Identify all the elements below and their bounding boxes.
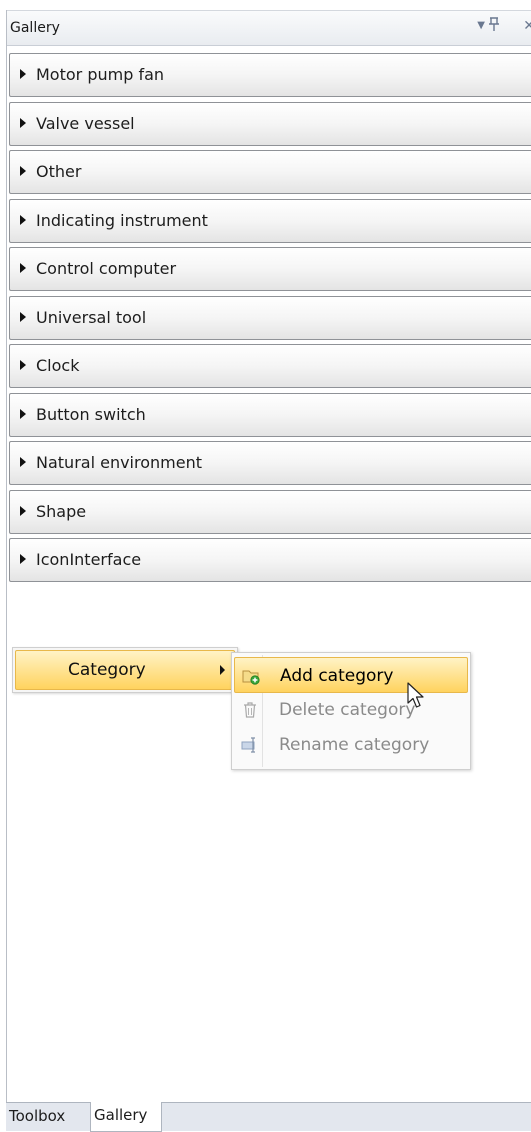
tab-toolbox[interactable]: Toolbox <box>6 1103 91 1131</box>
expand-arrow-icon <box>20 505 26 516</box>
expand-arrow-icon <box>20 166 26 176</box>
category-valve-vessel[interactable]: Valve vessel <box>9 101 531 146</box>
category-universal-tool[interactable]: Universal tool <box>9 295 531 340</box>
category-motor-pump-fan[interactable]: Motor pump fan <box>9 53 531 97</box>
gallery-panel: Gallery ▼ ✕ Motor pump fan Valve vessel … <box>6 10 531 1131</box>
category-list: Motor pump fan Valve vessel Other Indica… <box>9 53 531 587</box>
expand-arrow-icon <box>20 69 26 79</box>
submenu-arrow-icon <box>220 665 225 675</box>
menu-item-label: Delete category <box>279 700 416 720</box>
category-label: Other <box>36 162 82 181</box>
category-label: Natural environment <box>36 453 202 472</box>
menu-item-label: Rename category <box>279 735 430 755</box>
category-label: Shape <box>36 501 87 521</box>
category-label: Indicating instrument <box>36 210 208 230</box>
category-label: Control computer <box>36 259 177 278</box>
tab-gallery[interactable]: Gallery <box>90 1102 162 1132</box>
add-category-icon <box>242 667 260 685</box>
panel-titlebar: Gallery ▼ ✕ <box>7 10 531 46</box>
expand-arrow-icon <box>20 457 26 467</box>
expand-arrow-icon <box>20 117 26 128</box>
expand-arrow-icon <box>20 214 26 225</box>
menu-item-rename-category[interactable]: Rename category <box>234 727 468 763</box>
pin-icon[interactable] <box>488 17 500 35</box>
category-label: IconInterface <box>36 550 142 569</box>
expand-arrow-icon <box>20 263 26 273</box>
context-menu: Category <box>12 647 238 693</box>
category-shape[interactable]: Shape <box>9 489 531 534</box>
category-label: Valve vessel <box>36 113 135 133</box>
expand-arrow-icon <box>20 360 26 370</box>
category-button-switch[interactable]: Button switch <box>9 392 531 437</box>
category-iconinterface[interactable]: IconInterface <box>9 538 531 582</box>
expand-arrow-icon <box>20 311 26 322</box>
trash-icon <box>241 701 259 719</box>
mouse-cursor-icon <box>406 682 428 714</box>
dropdown-icon[interactable]: ▼ <box>477 20 485 31</box>
expand-arrow-icon <box>20 408 26 419</box>
menu-item-label: Add category <box>280 666 394 686</box>
category-label: Button switch <box>36 404 146 424</box>
menu-item-category[interactable]: Category <box>15 650 235 690</box>
category-label: Motor pump fan <box>36 65 165 84</box>
expand-arrow-icon <box>20 554 26 564</box>
menu-item-delete-category[interactable]: Delete category <box>234 692 468 728</box>
menu-item-add-category[interactable]: Add category <box>234 657 468 693</box>
category-natural-environment[interactable]: Natural environment <box>9 441 531 485</box>
category-label: Clock <box>36 356 80 375</box>
close-icon[interactable]: ✕ <box>523 18 531 34</box>
panel-title: Gallery <box>10 20 60 36</box>
bottom-tab-strip: Toolbox Gallery <box>6 1102 531 1132</box>
menu-item-label: Category <box>68 660 146 680</box>
category-submenu: Add category Delete category Rename cate… <box>231 652 471 770</box>
category-label: Universal tool <box>36 307 147 327</box>
category-control-computer[interactable]: Control computer <box>9 247 531 291</box>
rename-icon <box>241 736 259 754</box>
category-other[interactable]: Other <box>9 150 531 194</box>
category-indicating-instrument[interactable]: Indicating instrument <box>9 198 531 243</box>
category-clock[interactable]: Clock <box>9 344 531 388</box>
